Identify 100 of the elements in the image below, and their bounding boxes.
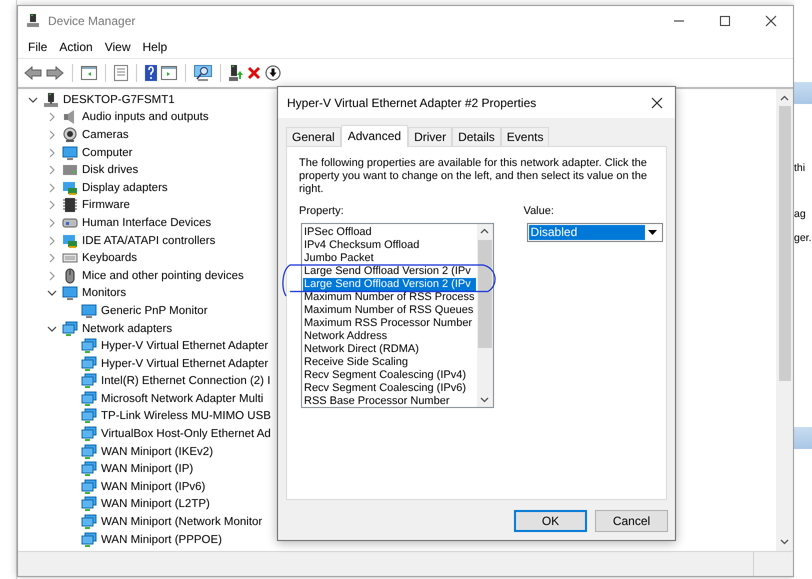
list-item[interactable]: Maximum Number of RSS Queues <box>303 304 476 317</box>
tree-item[interactable]: Disk drives <box>82 164 138 176</box>
list-item[interactable]: Recv Segment Coalescing (IPv6) <box>303 382 476 395</box>
tree-item[interactable]: Microsoft Network Adapter Multi <box>101 392 264 405</box>
tree-item[interactable]: WAN Miniport (IKEv2) <box>101 446 214 458</box>
tree-item[interactable]: Computer <box>82 146 132 159</box>
dialog-button[interactable]: OK <box>514 510 587 532</box>
tree-item[interactable]: Hyper-V Virtual Ethernet Adapter <box>101 358 268 370</box>
list-item[interactable]: Large Send Offload Version 2 (IPv <box>303 265 476 278</box>
tree-item[interactable]: WAN Miniport (L2TP) <box>101 498 210 510</box>
scroll-up-icon[interactable] <box>480 228 490 234</box>
scrollbar[interactable] <box>476 224 493 407</box>
scroll-down-icon[interactable] <box>780 539 789 545</box>
list-item[interactable]: RSS Base Processor Number <box>303 395 476 408</box>
dialog-button[interactable]: Cancel <box>595 510 668 532</box>
network-icon <box>81 338 97 354</box>
network-icon <box>81 408 97 424</box>
computer-icon <box>27 14 39 28</box>
tree-item[interactable]: Display adapters <box>82 182 168 194</box>
delete-x-icon[interactable] <box>247 66 261 80</box>
panel-icon[interactable] <box>161 66 177 80</box>
dialog-title: Hyper-V Virtual Ethernet Adapter #2 Properties <box>287 96 536 110</box>
tree-item[interactable]: TP-Link Wireless MU-MIMO USB <box>101 410 271 422</box>
tree-item[interactable]: DESKTOP-G7FSMT1 <box>63 94 175 106</box>
tree-item[interactable]: Mice and other pointing devices <box>82 270 244 282</box>
close-icon[interactable] <box>765 15 777 27</box>
scroll-up-icon[interactable] <box>780 95 789 101</box>
list-item[interactable]: Network Address <box>303 330 476 343</box>
tree-item[interactable]: Human Interface Devices <box>82 216 212 229</box>
properties-icon[interactable] <box>114 65 128 81</box>
list-item[interactable]: Jumbo Packet <box>303 252 476 265</box>
tree-item[interactable]: Cameras <box>82 128 129 141</box>
scan-monitor-icon[interactable] <box>194 65 212 81</box>
dropdown-arrow-icon[interactable] <box>648 230 658 235</box>
tab[interactable]: Details <box>452 127 501 146</box>
computer-icon <box>43 92 59 108</box>
network-icon <box>81 444 97 460</box>
network-icon <box>81 390 97 407</box>
list-item[interactable]: IPv4 Checksum Offload <box>303 239 476 252</box>
network-icon <box>62 320 78 337</box>
scrollbar-thumb[interactable] <box>478 240 492 348</box>
network-icon <box>81 356 97 372</box>
tab[interactable]: Advanced <box>340 125 408 147</box>
maximize-icon[interactable] <box>719 15 731 27</box>
list-item[interactable]: Network Direct (RDMA) <box>303 343 476 356</box>
tree-item[interactable]: Hyper-V Virtual Ethernet Adapter <box>101 340 268 352</box>
forward-arrow-icon[interactable] <box>46 66 64 80</box>
partial-text: thi <box>794 161 806 176</box>
tree-item[interactable]: WAN Miniport (IP) <box>101 463 194 476</box>
help-icon[interactable] <box>145 65 157 81</box>
scrollbar[interactable] <box>776 89 793 551</box>
tree-item[interactable]: VirtualBox Host-Only Ethernet Ad <box>101 428 271 440</box>
list-item[interactable]: Receive Side Scaling <box>303 356 476 369</box>
tree-item[interactable]: Network adapters <box>82 322 172 335</box>
scroll-down-icon[interactable] <box>480 397 490 403</box>
tree-item[interactable]: Monitors <box>82 287 126 300</box>
tree-item[interactable]: Audio inputs and outputs <box>82 111 209 124</box>
tree-item[interactable]: Intel(R) Ethernet Connection (2) I <box>101 375 270 388</box>
menu-item[interactable]: Action <box>53 37 99 57</box>
network-icon <box>81 426 97 442</box>
panel-icon[interactable] <box>81 66 97 80</box>
list-item[interactable]: Maximum RSS Processor Number <box>303 317 476 330</box>
tab[interactable]: Driver <box>408 127 452 146</box>
value-label: Value: <box>524 205 555 218</box>
tree-item[interactable]: WAN Miniport (PPPOE) <box>101 534 222 546</box>
list-item[interactable]: Large Send Offload Version 2 (IPv <box>303 278 476 291</box>
tree-item[interactable]: WAN Miniport (IPv6) <box>101 480 206 493</box>
monitor-icon <box>62 144 78 161</box>
menu-item[interactable]: View <box>98 37 136 57</box>
webcam-icon <box>62 126 78 143</box>
list-item[interactable]: Maximum Number of RSS Process <box>303 291 476 304</box>
tab[interactable]: Events <box>500 127 550 146</box>
tree-item[interactable]: IDE ATA/ATAPI controllers <box>82 234 216 247</box>
list-item[interactable]: Recv Segment Coalescing (IPv4) <box>303 369 476 382</box>
expansion-card-icon <box>62 232 78 249</box>
computer-arrow-icon[interactable] <box>229 65 243 81</box>
menu-item[interactable]: File <box>22 37 54 57</box>
description-text: The following properties are available for this network adapter. Click the property you want to change on the left, and then select its value on the right. <box>299 157 648 196</box>
tree-item[interactable]: Firmware <box>82 199 130 212</box>
scrollbar-thumb[interactable] <box>778 106 790 381</box>
list-item[interactable]: IPSec Offload <box>303 226 476 239</box>
tree-item[interactable]: Generic PnP Monitor <box>101 304 208 317</box>
tab[interactable]: General <box>286 127 341 146</box>
down-arrow-circle-icon[interactable] <box>265 65 281 81</box>
back-arrow-icon[interactable] <box>24 66 42 80</box>
value-dropdown[interactable]: Disabled <box>526 223 663 242</box>
expansion-card-icon <box>62 180 78 196</box>
tree-item[interactable]: WAN Miniport (Network Monitor <box>101 516 262 528</box>
close-icon[interactable] <box>651 96 663 108</box>
network-icon <box>81 514 97 530</box>
network-icon <box>81 461 97 478</box>
tree-item[interactable]: Keyboards <box>82 252 137 264</box>
property-label: Property: <box>299 205 345 218</box>
menu-item[interactable]: Help <box>136 37 174 57</box>
header-band <box>794 427 812 449</box>
window-title: Device Manager <box>48 14 136 28</box>
header-band <box>794 82 812 104</box>
network-icon <box>81 532 97 548</box>
monitor-icon <box>81 302 97 319</box>
network-icon <box>81 478 97 495</box>
